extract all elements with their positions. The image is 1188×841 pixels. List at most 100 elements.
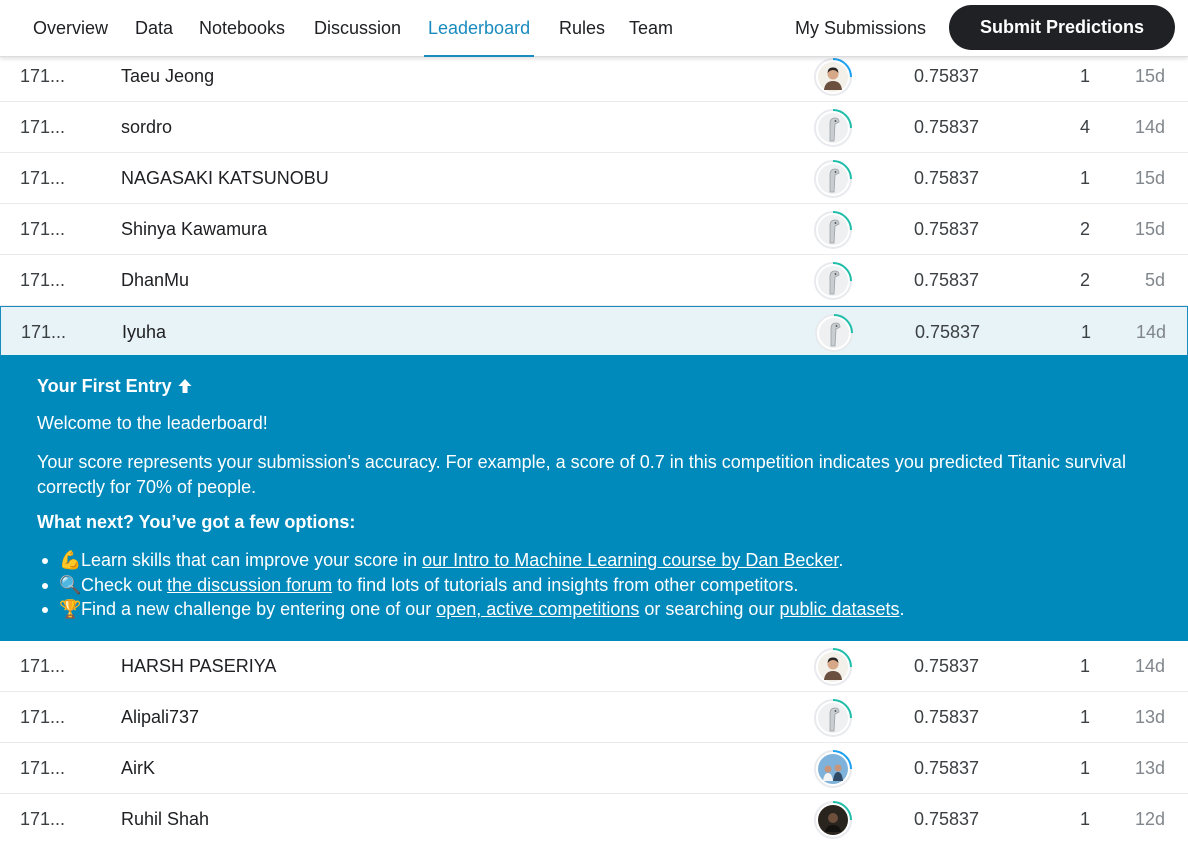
top-navigation: Overview Data Notebooks Discussion Leade… — [0, 0, 1188, 57]
avatar[interactable] — [814, 313, 854, 353]
table-row[interactable]: 171... Alipali737 0.75837 1 13d — [0, 692, 1188, 743]
score-cell: 0.75837 — [914, 809, 980, 829]
score-cell: 0.75837 — [914, 270, 980, 290]
team-name[interactable]: DhanMu — [121, 255, 189, 306]
first-entry-title: Your First Entry — [37, 376, 193, 397]
entries-cell: 1 — [1079, 168, 1090, 188]
avatar[interactable] — [813, 698, 853, 738]
rank-cell: 171... — [20, 66, 66, 86]
table-row[interactable]: 171... Iyuha 0.75837 1 14d — [0, 306, 1188, 357]
table-row[interactable]: 171... NAGASAKI KATSUNOBU 0.75837 1 15d — [0, 153, 1188, 204]
tab-team[interactable]: Team — [629, 0, 673, 57]
list-item: 💪Learn skills that can improve your scor… — [37, 548, 905, 573]
last-submission-cell: 14d — [1135, 322, 1166, 342]
magnifier-icon: 🔍 — [59, 574, 82, 595]
avatar[interactable] — [813, 749, 853, 789]
option-text: Check out — [81, 574, 168, 595]
last-submission-cell: 13d — [1134, 707, 1165, 727]
team-name[interactable]: Iyuha — [122, 307, 166, 358]
team-name[interactable]: Taeu Jeong — [121, 51, 214, 102]
team-name[interactable]: Shinya Kawamura — [121, 204, 267, 255]
tab-notebooks[interactable]: Notebooks — [199, 0, 285, 57]
discussion-forum-link[interactable]: the discussion forum — [167, 575, 332, 595]
entries-cell: 1 — [1079, 809, 1090, 829]
rank-cell: 171... — [20, 270, 66, 290]
team-name[interactable]: HARSH PASERIYA — [121, 641, 276, 692]
team-name[interactable]: AirK — [121, 743, 155, 794]
tab-data[interactable]: Data — [135, 0, 173, 57]
avatar[interactable] — [813, 210, 853, 250]
last-submission-cell: 15d — [1134, 219, 1165, 239]
tab-leaderboard[interactable]: Leaderboard — [423, 0, 535, 57]
options-list: 💪Learn skills that can improve your scor… — [37, 548, 905, 622]
last-submission-cell: 15d — [1134, 66, 1165, 86]
option-text-mid: or searching our — [639, 599, 780, 619]
tab-rules[interactable]: Rules — [559, 0, 605, 57]
option-text: Learn skills that can improve your score… — [81, 550, 423, 570]
avatar[interactable] — [813, 261, 853, 301]
score-cell: 0.75837 — [914, 219, 980, 239]
what-next-heading: What next? You’ve got a few options: — [37, 512, 356, 532]
entries-cell: 1 — [1079, 656, 1090, 676]
team-name[interactable]: Ruhil Shah — [121, 794, 209, 841]
option-text: Find a new challenge by entering one of … — [81, 599, 437, 619]
entries-cell: 4 — [1079, 117, 1090, 137]
rank-cell: 171... — [20, 758, 66, 778]
table-row[interactable]: 171... HARSH PASERIYA 0.75837 1 14d — [0, 641, 1188, 692]
score-explanation: Your score represents your submission's … — [37, 452, 1126, 497]
first-entry-panel: Your First Entry Welcome to the leaderbo… — [0, 355, 1188, 641]
last-submission-cell: 5d — [1144, 270, 1165, 290]
team-name[interactable]: sordro — [121, 102, 172, 153]
table-row[interactable]: 171... Ruhil Shah 0.75837 1 12d — [0, 794, 1188, 841]
avatar[interactable] — [813, 800, 853, 840]
entries-cell: 1 — [1080, 322, 1091, 342]
first-entry-title-text: Your First Entry — [37, 376, 172, 396]
table-row[interactable]: 171... Shinya Kawamura 0.75837 2 15d — [0, 204, 1188, 255]
arrow-up-icon — [178, 379, 192, 393]
tab-discussion[interactable]: Discussion — [314, 0, 401, 57]
table-row[interactable]: 171... DhanMu 0.75837 2 5d — [0, 255, 1188, 306]
avatar[interactable] — [813, 647, 853, 687]
rank-cell: 171... — [20, 707, 66, 727]
flexed-arm-icon: 💪 — [59, 550, 82, 570]
option-text-end: . — [838, 550, 844, 570]
table-row[interactable]: 171... Taeu Jeong 0.75837 1 15d — [0, 51, 1188, 102]
last-submission-cell: 13d — [1134, 758, 1165, 778]
rank-cell: 171... — [20, 809, 66, 829]
avatar[interactable] — [813, 57, 853, 97]
last-submission-cell: 14d — [1134, 117, 1165, 137]
score-cell: 0.75837 — [914, 66, 980, 86]
team-name[interactable]: NAGASAKI KATSUNOBU — [121, 153, 329, 204]
avatar[interactable] — [813, 159, 853, 199]
entries-cell: 1 — [1079, 707, 1090, 727]
active-competitions-link[interactable]: open, active competitions — [436, 599, 639, 619]
avatar[interactable] — [813, 108, 853, 148]
option-text-end: to find lots of tutorials and insights f… — [332, 574, 799, 595]
list-item: 🏆Find a new challenge by entering one of… — [37, 597, 905, 622]
rank-cell: 171... — [20, 117, 66, 137]
last-submission-cell: 14d — [1134, 656, 1165, 676]
public-datasets-link[interactable]: public datasets — [779, 599, 899, 619]
entries-cell: 1 — [1079, 66, 1090, 86]
table-row[interactable]: 171... sordro 0.75837 4 14d — [0, 102, 1188, 153]
table-row[interactable]: 171... AirK 0.75837 1 13d — [0, 743, 1188, 794]
tab-overview[interactable]: Overview — [33, 0, 108, 57]
score-cell: 0.75837 — [914, 707, 980, 727]
team-name[interactable]: Alipali737 — [121, 692, 199, 743]
entries-cell: 2 — [1079, 219, 1090, 239]
rank-cell: 171... — [20, 219, 66, 239]
last-submission-cell: 12d — [1134, 809, 1165, 829]
intro-ml-course-link[interactable]: our Intro to Machine Learning course by … — [422, 550, 838, 570]
score-cell: 0.75837 — [914, 758, 980, 778]
score-cell: 0.75837 — [914, 168, 980, 188]
last-submission-cell: 15d — [1134, 168, 1165, 188]
my-submissions-link[interactable]: My Submissions — [795, 0, 926, 57]
trophy-icon: 🏆 — [59, 599, 82, 619]
option-text-end: . — [899, 599, 905, 619]
score-cell: 0.75837 — [914, 656, 980, 676]
entries-cell: 2 — [1079, 270, 1090, 290]
score-cell: 0.75837 — [914, 117, 980, 137]
rank-cell: 171... — [20, 168, 66, 188]
submit-predictions-button[interactable]: Submit Predictions — [949, 5, 1175, 50]
score-cell: 0.75837 — [915, 322, 981, 342]
